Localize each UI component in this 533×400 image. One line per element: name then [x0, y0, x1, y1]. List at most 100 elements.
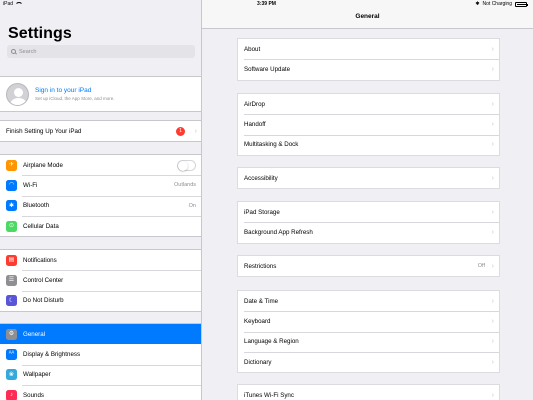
sidebar-item-control-center[interactable]: ☰ Control Center	[0, 270, 201, 290]
gear-icon: ⚙	[6, 328, 17, 340]
settings-section: iTunes Wi-Fi Sync ›	[237, 384, 500, 400]
status-right: ✱ Not Charging	[475, 0, 528, 9]
general-group: ⚙ General ᴬᴬ Display & Brightness ❀ Wallpaper…	[0, 323, 201, 400]
sidebar-item-label: Wi-Fi	[23, 181, 38, 189]
search-input[interactable]: Search	[7, 45, 195, 58]
chevron-right-icon: ›	[491, 100, 494, 108]
sidebar-item-do-not-disturb[interactable]: ☾ Do Not Disturb	[0, 290, 201, 311]
ipad-settings-screen: iPad 3:39 PM ✱ Not Charging Settings Sea…	[0, 0, 533, 400]
detail-item-label: iTunes Wi-Fi Sync	[244, 391, 294, 399]
detail-item-label: Date & Time	[244, 297, 279, 305]
sign-in-subtitle: Set up iCloud, the App Store, and more.	[35, 96, 115, 101]
battery-icon	[515, 2, 528, 7]
sidebar-item-label: Sounds	[23, 391, 44, 399]
settings-section: AirDrop › Handoff › Multitasking & Dock ›	[237, 93, 500, 156]
detail-item-label: About	[244, 45, 261, 53]
detail-item-label: Restrictions	[244, 262, 277, 270]
moon-icon: ☾	[6, 295, 17, 307]
search-placeholder: Search	[19, 48, 37, 55]
detail-item-handoff[interactable]: Handoff ›	[238, 114, 499, 134]
detail-item-label: Language & Region	[244, 338, 299, 346]
sidebar-item-bluetooth[interactable]: ✱ Bluetooth On	[0, 195, 201, 216]
connectivity-group: ✈ Airplane Mode ◠ Wi-Fi Outlands ✱ Bluetooth On…	[0, 154, 201, 238]
charging-status: Not Charging	[482, 1, 512, 7]
avatar-icon	[6, 82, 29, 106]
detail-item-keyboard[interactable]: Keyboard ›	[238, 311, 499, 331]
sidebar-item-wallpaper[interactable]: ❀ Wallpaper	[0, 364, 201, 385]
sidebar-item-label: Airplane Mode	[23, 161, 63, 169]
detail-item-about[interactable]: About ›	[238, 39, 499, 59]
profile-group: Sign in to your iPad Set up iCloud, the …	[0, 76, 201, 112]
settings-section: Date & Time › Keyboard › Language & Region › D…	[237, 290, 500, 374]
detail-item-label: Handoff	[244, 120, 266, 128]
airplane-mode-toggle[interactable]	[177, 159, 196, 171]
detail-item-itunes-wi-fi-sync[interactable]: iTunes Wi-Fi Sync ›	[238, 385, 499, 400]
search-icon	[11, 49, 16, 54]
settings-section: iPad Storage › Background App Refresh ›	[237, 201, 500, 244]
sidebar-item-label: Control Center	[23, 276, 64, 284]
detail-item-dictionary[interactable]: Dictionary ›	[238, 351, 499, 372]
detail-item-multitasking-and-dock[interactable]: Multitasking & Dock ›	[238, 134, 499, 155]
detail-item-restrictions[interactable]: Restrictions Off ›	[238, 256, 499, 276]
settings-section: About › Software Update ›	[237, 38, 500, 81]
settings-sidebar: Settings Search Sign in to your iPad Set…	[0, 0, 202, 400]
detail-item-software-update[interactable]: Software Update ›	[238, 59, 499, 79]
chevron-right-icon: ›	[491, 358, 494, 366]
chevron-right-icon: ›	[491, 297, 494, 305]
detail-item-value: Off	[477, 263, 485, 270]
chevron-right-icon: ›	[491, 338, 494, 346]
sidebar-item-value: On	[188, 202, 196, 209]
sidebar-item-wi-fi[interactable]: ◠ Wi-Fi Outlands	[0, 175, 201, 195]
detail-item-label: Dictionary	[244, 358, 272, 366]
detail-item-label: AirDrop	[244, 100, 265, 108]
speaker-icon: ♪	[6, 389, 17, 400]
sidebar-item-general[interactable]: ⚙ General	[0, 324, 201, 345]
detail-item-ipad-storage[interactable]: iPad Storage ›	[238, 202, 499, 222]
chevron-right-icon: ›	[491, 262, 494, 270]
finish-setup-row[interactable]: Finish Setting Up Your iPad 1 ›	[0, 121, 201, 141]
chevron-right-icon: ›	[491, 228, 494, 236]
detail-title: General	[355, 13, 380, 20]
detail-item-airdrop[interactable]: AirDrop ›	[238, 94, 499, 114]
sidebar-item-label: Cellular Data	[23, 222, 59, 230]
chevron-right-icon: ›	[491, 317, 494, 325]
sidebar-item-value: Outlands	[173, 182, 196, 189]
sign-in-title: Sign in to your iPad	[35, 87, 92, 94]
sidebar-item-notifications[interactable]: ▤ Notifications	[0, 250, 201, 270]
bluetooth-icon: ✱	[6, 200, 17, 212]
bluetooth-status-icon: ✱	[475, 1, 480, 7]
notifications-group: ▤ Notifications ☰ Control Center ☾ Do Not Dis…	[0, 249, 201, 312]
detail-item-label: Accessibility	[244, 174, 278, 182]
detail-item-language-and-region[interactable]: Language & Region ›	[238, 331, 499, 352]
sidebar-item-label: Bluetooth	[23, 202, 50, 210]
sign-in-row[interactable]: Sign in to your iPad Set up iCloud, the …	[0, 77, 201, 111]
chevron-right-icon: ›	[491, 120, 494, 128]
chevron-right-icon: ›	[194, 127, 197, 135]
notifications-icon: ▤	[6, 254, 17, 266]
settings-section: Accessibility ›	[237, 167, 500, 190]
detail-item-background-app-refresh[interactable]: Background App Refresh ›	[238, 222, 499, 242]
sidebar-item-cellular-data[interactable]: ⊙ Cellular Data	[0, 215, 201, 236]
general-detail-pane: General About › Software Update › AirDrop › Ha…	[202, 0, 533, 400]
page-title: Settings	[8, 25, 72, 42]
display-icon: ᴬᴬ	[6, 348, 17, 360]
status-bar: iPad 3:39 PM ✱ Not Charging	[0, 0, 533, 9]
sidebar-item-label: Display & Brightness	[23, 350, 81, 358]
wallpaper-icon: ❀	[6, 369, 17, 381]
settings-section: Restrictions Off ›	[237, 255, 500, 278]
detail-item-accessibility[interactable]: Accessibility ›	[238, 168, 499, 188]
sidebar-item-label: Do Not Disturb	[23, 297, 64, 305]
sidebar-item-label: Notifications	[23, 256, 57, 264]
airplane-icon: ✈	[6, 159, 17, 171]
notification-badge: 1	[176, 126, 185, 136]
detail-item-date-and-time[interactable]: Date & Time ›	[238, 291, 499, 311]
detail-item-label: iPad Storage	[244, 208, 280, 216]
sidebar-item-display-and-brightness[interactable]: ᴬᴬ Display & Brightness	[0, 344, 201, 364]
profile-text: Sign in to your iPad Set up iCloud, the …	[35, 87, 115, 101]
sidebar-item-sounds[interactable]: ♪ Sounds	[0, 384, 201, 400]
chevron-right-icon: ›	[491, 141, 494, 149]
control-center-icon: ☰	[6, 274, 17, 286]
chevron-right-icon: ›	[491, 208, 494, 216]
antenna-icon: ⊙	[6, 220, 17, 232]
sidebar-item-airplane-mode[interactable]: ✈ Airplane Mode	[0, 155, 201, 175]
